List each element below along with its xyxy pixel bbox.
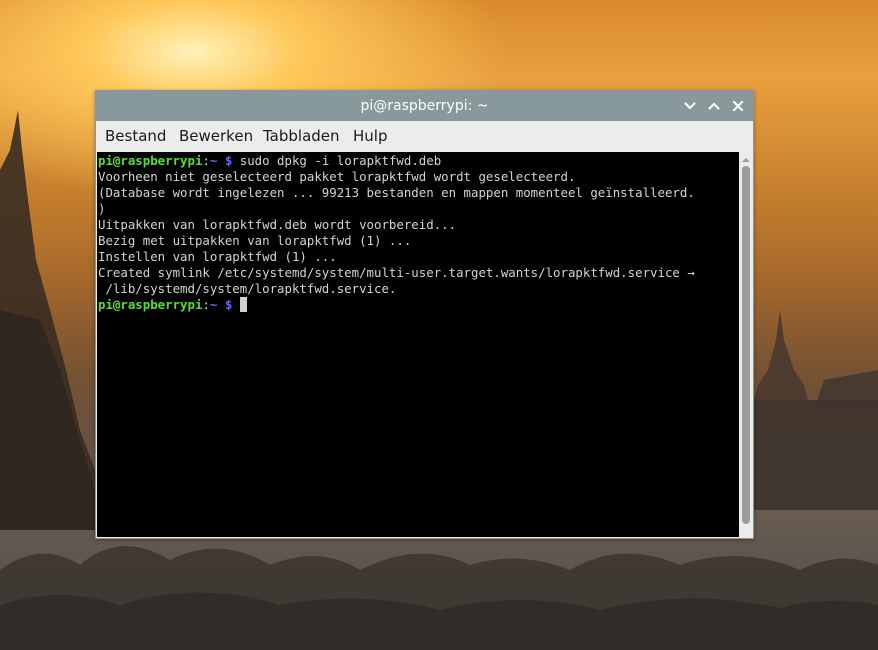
menu-bar: Bestand Bewerken Tabbladen Hulp (96, 121, 753, 151)
output-line: Bezig met uitpakken van lorapktfwd (1) .… (98, 233, 412, 248)
chevron-up-icon (708, 102, 720, 110)
menu-bestand[interactable]: Bestand (105, 121, 166, 151)
pagoda-silhouette-right (754, 310, 878, 510)
command-line: pi@raspberrypi:~ $ sudo dpkg -i lorapktf… (98, 153, 738, 169)
window-title: pi@raspberrypi: ~ (360, 98, 489, 114)
vertical-scrollbar[interactable] (739, 152, 753, 537)
menu-bewerken[interactable]: Bewerken (179, 121, 253, 151)
minimize-button[interactable] (680, 96, 700, 116)
text-cursor (239, 297, 247, 312)
terminal-area[interactable]: pi@raspberrypi:~ $ sudo dpkg -i lorapktf… (97, 152, 739, 537)
maximize-button[interactable] (704, 96, 724, 116)
close-icon (732, 100, 744, 112)
prompt-dollar: $ (217, 297, 233, 312)
menu-hulp[interactable]: Hulp (353, 121, 387, 151)
scrollbar-thumb[interactable] (742, 166, 750, 524)
scroll-up-arrow-icon[interactable] (742, 156, 750, 164)
output-line: ) (98, 201, 106, 216)
prompt-separator: : (202, 153, 210, 168)
close-button[interactable] (728, 96, 748, 116)
output-line: (Database wordt ingelezen ... 99213 best… (98, 185, 695, 200)
current-prompt-line: pi@raspberrypi:~ $ (98, 297, 738, 313)
prompt-user-host: pi@raspberrypi (98, 297, 203, 312)
output-line: /lib/systemd/system/lorapktfwd.service. (98, 281, 397, 296)
title-bar[interactable]: pi@raspberrypi: ~ (96, 91, 753, 121)
prompt-user-host: pi@raspberrypi (98, 153, 203, 168)
terminal-window[interactable]: pi@raspberrypi: ~ Bestand Bewerken Tabbl… (95, 90, 754, 539)
output-line: Voorheen niet geselecteerd pakket lorapk… (98, 169, 576, 184)
output-line: Created symlink /etc/systemd/system/mult… (98, 265, 695, 280)
pagoda-silhouette-left (0, 110, 95, 530)
output-line: Uitpakken van lorapktfwd.deb wordt voorb… (98, 217, 457, 232)
terminal-output: pi@raspberrypi:~ $ sudo dpkg -i lorapktf… (98, 153, 738, 313)
command-text: sudo dpkg -i lorapktfwd.deb (232, 153, 442, 168)
output-line: Instellen van lorapktfwd (1) ... (98, 249, 337, 264)
chevron-down-icon (684, 102, 696, 110)
prompt-dollar: $ (217, 153, 233, 168)
prompt-separator: : (202, 297, 210, 312)
menu-tabbladen[interactable]: Tabbladen (263, 121, 340, 151)
